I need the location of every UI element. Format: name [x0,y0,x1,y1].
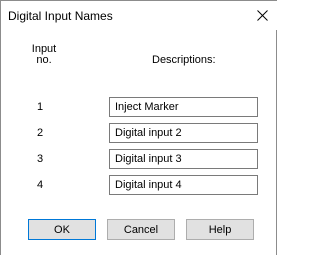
input-number-header: Input no. [31,44,57,66]
cancel-button[interactable]: Cancel [107,219,175,240]
input-number-header-line2: no. [36,54,52,66]
help-button[interactable]: Help [186,219,254,240]
descriptions-header: Descriptions: [152,54,216,66]
close-button[interactable] [247,1,277,30]
input-number-4: 4 [36,179,44,191]
input-number-2: 2 [36,127,44,139]
dialog-title: Digital Input Names [8,9,113,23]
title-bar: Digital Input Names [1,1,277,30]
cancel-button-label: Cancel [123,223,159,236]
ok-button-label: OK [54,223,70,236]
input-number-1: 1 [36,101,44,113]
help-button-label: Help [208,223,232,236]
ok-button[interactable]: OK [28,219,96,240]
description-field-1[interactable] [109,97,258,117]
close-icon [256,10,268,21]
description-field-4[interactable] [109,175,258,195]
description-field-3[interactable] [109,149,258,169]
digital-input-names-dialog: Digital Input Names Input no. Descriptio… [0,0,277,255]
description-field-2[interactable] [109,123,258,143]
input-number-3: 3 [36,153,44,165]
